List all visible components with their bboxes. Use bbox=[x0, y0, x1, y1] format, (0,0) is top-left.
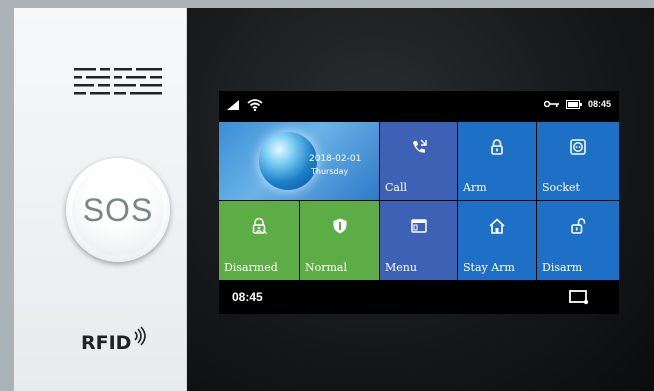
phone-call-icon bbox=[410, 138, 428, 156]
status-bar: 08:45 bbox=[219, 91, 619, 121]
device-control-panel: SOS RFID bbox=[14, 8, 187, 391]
sos-label: SOS bbox=[72, 164, 164, 256]
tile-label: Socket bbox=[542, 181, 580, 194]
tile-label: Normal bbox=[305, 261, 348, 274]
tile-menu[interactable]: Menu bbox=[380, 201, 457, 280]
touch-screen: 08:45 2018-02-01 Thursday Call Arm Socke… bbox=[219, 91, 619, 314]
date-tile: 2018-02-01 Thursday bbox=[219, 122, 379, 200]
screen-cast-icon[interactable] bbox=[569, 289, 589, 305]
tile-label: Call bbox=[385, 181, 408, 194]
shield-icon bbox=[331, 217, 349, 235]
speaker-grille-icon bbox=[74, 66, 162, 98]
tile-disarmed[interactable]: Disarmed bbox=[219, 201, 299, 280]
tile-label: Disarmed bbox=[224, 261, 278, 274]
rfid-label: RFID bbox=[81, 332, 132, 354]
tile-socket[interactable]: Socket bbox=[537, 122, 619, 200]
date-text: 2018-02-01 bbox=[309, 154, 362, 164]
home-icon bbox=[488, 217, 506, 235]
sos-button[interactable]: SOS bbox=[66, 158, 170, 262]
tile-arm[interactable]: Arm bbox=[458, 122, 536, 200]
status-time: 08:45 bbox=[587, 99, 611, 109]
menu-window-icon bbox=[410, 217, 428, 235]
tile-label: Disarm bbox=[542, 261, 583, 274]
signal-icon bbox=[227, 100, 239, 110]
person-lock-icon bbox=[250, 217, 268, 235]
tile-normal[interactable]: Normal bbox=[300, 201, 379, 280]
socket-icon bbox=[569, 138, 587, 156]
wifi-icon bbox=[247, 99, 263, 111]
rfid-reader[interactable]: RFID bbox=[81, 326, 149, 354]
lock-icon bbox=[488, 138, 506, 156]
unlock-icon bbox=[569, 217, 587, 235]
tile-label: Arm bbox=[463, 181, 487, 194]
bottom-time: 08:45 bbox=[232, 290, 263, 304]
tile-call[interactable]: Call bbox=[380, 122, 457, 200]
weekday-text: Thursday bbox=[311, 167, 349, 176]
key-icon bbox=[543, 100, 559, 108]
tile-disarm[interactable]: Disarm bbox=[537, 201, 619, 280]
battery-icon bbox=[565, 99, 582, 109]
tile-label: Menu bbox=[385, 261, 417, 274]
bottom-bar: 08:45 bbox=[219, 281, 619, 314]
rfid-waves-icon bbox=[134, 326, 147, 346]
tile-label: Stay Arm bbox=[463, 261, 515, 274]
tile-stay-arm[interactable]: Stay Arm bbox=[458, 201, 536, 280]
